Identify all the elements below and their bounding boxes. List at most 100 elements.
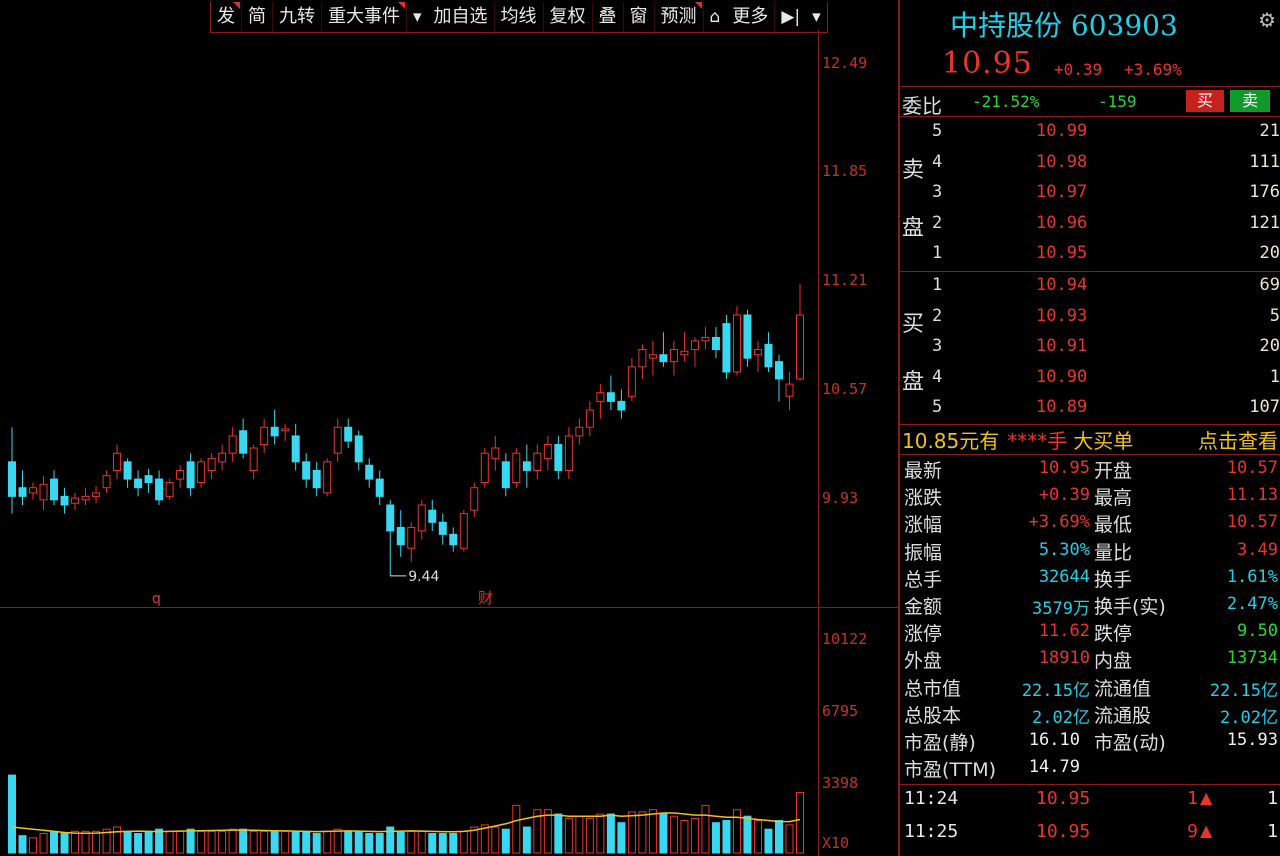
orderbook-row[interactable]: 1 10.95 20 (900, 243, 1280, 271)
level: 3 (932, 336, 943, 356)
orderbook-row[interactable]: 5 10.89 107 (900, 397, 1280, 425)
tb-more[interactable]: 更多 (726, 2, 776, 32)
kline-chart[interactable]: 9.44 q 财 (0, 0, 900, 856)
stat-label: 最新 (904, 460, 943, 482)
tb-moving-average[interactable]: 均线 (495, 2, 544, 32)
candle-body (81, 495, 90, 501)
tb-jian[interactable]: 简 (242, 2, 273, 32)
volume-bar (596, 813, 605, 854)
orderbook-row[interactable]: 5 10.99 21 (900, 121, 1280, 149)
sidebar-toggle-icon[interactable]: ▶| (775, 2, 806, 32)
quantity: 1 (1269, 366, 1280, 387)
buy-button[interactable]: 买 (1186, 90, 1224, 112)
min-marker-label: 9.44 (408, 569, 439, 585)
stat-row: 涨跌 +0.39 最高 11.13 (900, 483, 1280, 510)
tick-row: 11:25 10.95 9 ▲ 1 (900, 821, 1280, 849)
orderbook-row[interactable]: 4 10.98 111 (900, 152, 1280, 180)
stat-value: +3.69% (1028, 512, 1090, 533)
stat-label: 涨跌 (904, 487, 943, 510)
stat-row: 市盈(TTM) 14.79 (900, 755, 1280, 782)
price: 10.96 (1036, 212, 1088, 233)
volume-bar (491, 826, 500, 854)
kline-chart-area[interactable]: 9.44 q 财 发 简 九转 重大事件 ▾ 加自选 均线 复权 叠 窗 预测 ⌂ … (0, 0, 900, 856)
tb-overlay[interactable]: 叠 (593, 2, 624, 32)
stat-label: 流通值 (1094, 677, 1152, 700)
volume-bar (239, 828, 248, 854)
tick-time: 11:25 (904, 821, 959, 842)
tb-forecast[interactable]: 预测 (655, 2, 704, 32)
stat-row: 总股本 2.02亿 流通股 2.02亿 (900, 701, 1280, 728)
dropdown-arrow-icon[interactable]: ▾ (407, 2, 428, 32)
stat-row: 最新 10.95 开盘 10.57 (900, 456, 1280, 483)
volume-bar (764, 828, 773, 854)
stat-label: 跌停 (1094, 623, 1133, 646)
volume-bar (218, 830, 227, 854)
volume-bar (281, 830, 290, 854)
candle-body (302, 461, 311, 480)
orderbook-row[interactable]: 4 10.90 1 (900, 367, 1280, 395)
volume-bar (81, 830, 90, 854)
gear-icon[interactable]: ⚙ (1258, 8, 1276, 32)
candle-body (491, 447, 500, 459)
volume-bar (743, 815, 752, 854)
tb-add-watchlist[interactable]: 加自选 (428, 2, 495, 32)
stat-label: 市盈(静) (904, 732, 976, 754)
candle-body (533, 452, 542, 471)
candle-body (680, 350, 689, 356)
divider (900, 271, 1280, 272)
volume-bar (690, 817, 699, 854)
candle-body (659, 354, 668, 363)
volume-bar (123, 830, 132, 854)
orderbook-row[interactable]: 3 10.91 20 (900, 336, 1280, 364)
tb-window[interactable]: 窗 (624, 2, 655, 32)
candle-body (617, 400, 626, 411)
volume-bar (722, 820, 731, 854)
orderbook-row[interactable]: 2 10.93 5 (900, 306, 1280, 334)
level: 3 (932, 182, 943, 202)
price: 10.93 (1036, 305, 1088, 326)
price-change-pct: +3.69% (1124, 60, 1182, 79)
stat-label: 涨停 (904, 623, 943, 646)
stat-value: +0.39 (1038, 485, 1090, 506)
tb-fa[interactable]: 发 (211, 2, 242, 32)
stat-label: 换手(实) (1094, 596, 1166, 618)
price-tick-label: 10.57 (822, 380, 868, 398)
sell-button[interactable]: 卖 (1230, 90, 1270, 112)
orderbook-row[interactable]: 3 10.97 176 (900, 182, 1280, 210)
volume-bar (428, 833, 437, 854)
promo-view-link[interactable]: 点击查看 (1198, 425, 1278, 454)
candle-body (323, 461, 332, 494)
candle-body (312, 469, 321, 489)
price: 10.95 (1036, 243, 1088, 263)
volume-bar (680, 820, 689, 854)
candle-body (396, 526, 405, 546)
stat-label: 开盘 (1094, 460, 1133, 482)
lock-icon[interactable]: ⌂ (704, 2, 727, 32)
candle-body (50, 478, 59, 501)
volume-bar (312, 833, 321, 854)
volume-bar (701, 804, 710, 854)
orderbook-row[interactable]: 1 10.94 69 (900, 275, 1280, 303)
volume-bar (333, 828, 342, 854)
volume-bar (113, 826, 122, 854)
price: 10.90 (1036, 366, 1088, 387)
price-tick-label: 9.93 (822, 489, 859, 507)
quantity: 20 (1259, 336, 1280, 356)
stat-row: 市盈(静) 16.10 市盈(动) 15.93 (900, 728, 1280, 755)
volume-bar (176, 830, 185, 854)
stat-label: 最低 (1094, 514, 1133, 537)
big-order-banner[interactable]: 10.85元有 ****手 大买单 点击查看 (902, 425, 1280, 454)
stat-value: 14.79 (1028, 757, 1080, 778)
volume-bar (165, 830, 174, 854)
candle-body (71, 497, 80, 504)
tb-jiuzhuan[interactable]: 九转 (273, 2, 322, 32)
chevron-down-icon[interactable]: ▾ (806, 2, 827, 32)
volume-bar (354, 830, 363, 854)
candle-body (774, 361, 783, 380)
volume-tick-label: 6795 (822, 702, 859, 720)
tb-major-events[interactable]: 重大事件 (322, 2, 407, 32)
stat-label: 总手 (904, 568, 943, 591)
tb-adjust[interactable]: 复权 (544, 2, 593, 32)
orderbook-row[interactable]: 2 10.96 121 (900, 213, 1280, 241)
volume-unit-label: X10 (822, 834, 850, 852)
